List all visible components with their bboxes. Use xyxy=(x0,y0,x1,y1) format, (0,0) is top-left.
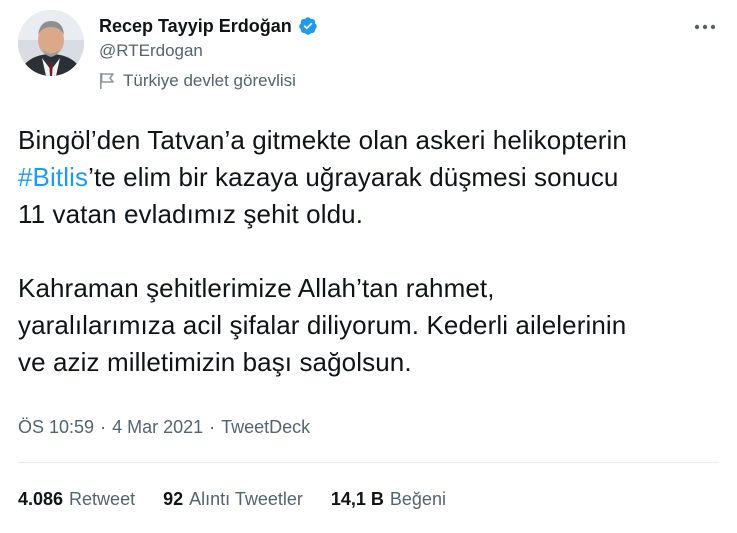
tweet-line: 11 vatan evladımız şehit oldu. xyxy=(18,199,364,229)
government-flag-icon xyxy=(99,72,115,90)
account-label-text: Türkiye devlet görevlisi xyxy=(123,71,296,90)
tweet-line: #Bitlis’te elim bir kazaya uğrayarak düş… xyxy=(18,159,718,196)
divider xyxy=(18,462,719,463)
tweet-time[interactable]: ÖS 10:59 xyxy=(18,417,94,438)
tweet-card: Recep Tayyip Erdoğan @RTErdogan Türkiye … xyxy=(0,0,737,533)
retweets-count: 4.086 xyxy=(18,489,64,509)
quotes-count: 92 xyxy=(163,489,184,509)
retweets-label: Retweet xyxy=(69,489,136,509)
tweet-text: Bingöl’den Tatvan’a gitmekte olan askeri… xyxy=(18,122,718,381)
retweets-stat[interactable]: 4.086 Retweet xyxy=(18,489,135,510)
meta-separator: · xyxy=(209,417,216,437)
tweet-meta: ÖS 10:59 · 4 Mar 2021 · TweetDeck xyxy=(18,417,310,438)
account-label: Türkiye devlet görevlisi xyxy=(99,71,296,91)
avatar[interactable] xyxy=(18,10,84,76)
tweet-stats: 4.086 Retweet 92 Alıntı Tweetler 14,1 B … xyxy=(18,489,446,510)
meta-separator: · xyxy=(100,417,107,437)
likes-stat[interactable]: 14,1 B Beğeni xyxy=(331,489,446,510)
tweet-line: Bingöl’den Tatvan’a gitmekte olan askeri… xyxy=(18,125,627,155)
hashtag-link[interactable]: #Bitlis xyxy=(18,162,88,192)
avatar-image xyxy=(18,10,84,76)
author-name-row[interactable]: Recep Tayyip Erdoğan xyxy=(99,14,318,38)
tweet-line: ve aziz milletimizin başı sağolsun. xyxy=(18,347,412,377)
more-options-button[interactable] xyxy=(691,13,719,41)
verified-badge-icon xyxy=(298,16,318,36)
quotes-stat[interactable]: 92 Alıntı Tweetler xyxy=(163,489,303,510)
tweet-source[interactable]: TweetDeck xyxy=(221,417,310,438)
tweet-line: yaralılarımıza acil şifalar diliyorum. K… xyxy=(18,310,627,340)
quotes-label: Alıntı Tweetler xyxy=(189,489,303,509)
tweet-line-text: ’te elim bir kazaya uğrayarak düşmesi so… xyxy=(88,162,619,192)
tweet-date[interactable]: 4 Mar 2021 xyxy=(112,417,203,438)
author-name[interactable]: Recep Tayyip Erdoğan xyxy=(99,16,292,37)
more-horizontal-icon xyxy=(694,24,716,30)
likes-label: Beğeni xyxy=(389,489,446,509)
tweet-line: Kahraman şehitlerimize Allah’tan rahmet, xyxy=(18,273,495,303)
likes-count: 14,1 B xyxy=(330,489,384,509)
author-handle[interactable]: @RTErdogan xyxy=(99,41,203,61)
tweet-paragraph: Kahraman şehitlerimize Allah’tan rahmet,… xyxy=(18,270,718,381)
tweet-paragraph: Bingöl’den Tatvan’a gitmekte olan askeri… xyxy=(18,122,718,233)
